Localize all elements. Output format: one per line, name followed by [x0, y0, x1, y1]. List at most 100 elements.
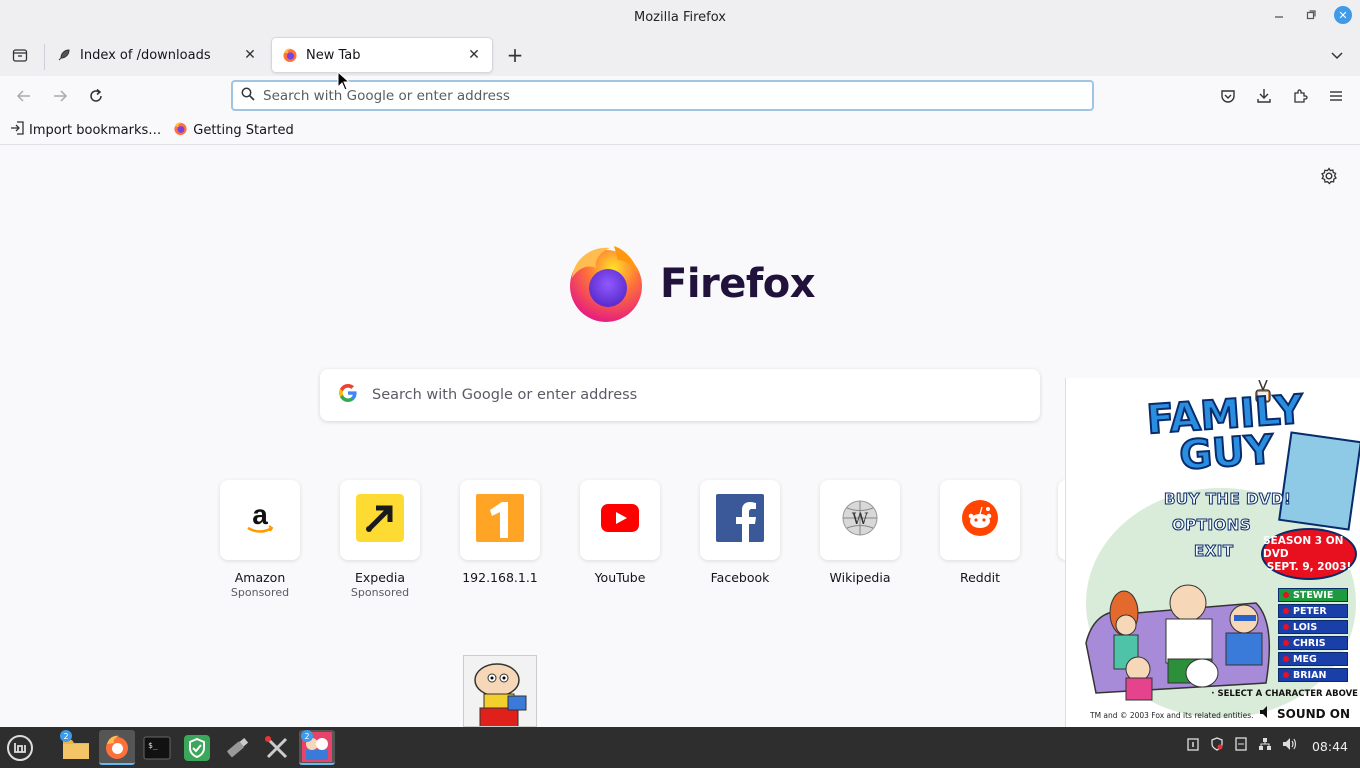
family-guy-ad[interactable]: FAMILY GUY BUY THE DVD! OPTIONS EXIT SEA… [1065, 378, 1360, 727]
stewie-image[interactable] [463, 655, 537, 727]
firefox-logo: Firefox [564, 240, 816, 328]
pocket-icon[interactable] [1216, 84, 1240, 108]
network-icon[interactable] [1258, 737, 1272, 755]
import-icon [10, 121, 24, 139]
close-tab-icon[interactable]: ✕ [466, 47, 482, 63]
clock[interactable]: 08:44 [1312, 739, 1348, 754]
site-tile[interactable]: W [820, 480, 900, 560]
mouse-cursor-icon [337, 71, 351, 91]
bookmark-getting-started[interactable]: Getting Started [173, 121, 294, 140]
newtab-search[interactable]: Search with Google or enter address [320, 369, 1040, 421]
search-placeholder: Search with Google or enter address [372, 387, 638, 403]
top-site-expedia[interactable]: Expedia Sponsored [320, 480, 440, 599]
search-icon [241, 87, 255, 105]
close-tab-icon[interactable]: ✕ [242, 47, 258, 63]
character-list: STEWIE PETER LOIS CHRIS MEG BRIAN [1278, 588, 1348, 682]
menu-hamburger-icon[interactable] [1324, 84, 1348, 108]
nav-bar [0, 76, 1360, 116]
top-site-router[interactable]: 192.168.1.1 [440, 480, 560, 599]
clipboard-icon[interactable] [1186, 737, 1200, 755]
number-one-icon [476, 494, 524, 546]
gear-icon[interactable] [1320, 167, 1340, 187]
site-tile[interactable] [700, 480, 780, 560]
terminal-icon[interactable]: $_ [139, 730, 175, 765]
ad-options-link[interactable]: OPTIONS [1164, 516, 1291, 535]
document-icon[interactable] [1234, 737, 1248, 755]
top-site-facebook[interactable]: Facebook [680, 480, 800, 599]
character-meg[interactable]: MEG [1278, 652, 1348, 666]
badge-line2: SEPT. 9, 2003! [1266, 560, 1352, 573]
shield-tray-icon[interactable] [1210, 737, 1224, 755]
reload-icon[interactable] [84, 84, 108, 108]
close-icon[interactable]: ✕ [1334, 6, 1352, 24]
forward-icon[interactable] [48, 84, 72, 108]
site-title: YouTube [594, 570, 646, 585]
minimize-icon[interactable] [1270, 6, 1288, 24]
site-tile[interactable] [340, 480, 420, 560]
rocket-icon [56, 47, 72, 63]
window-controls: ✕ [1270, 6, 1352, 24]
tab-new-tab[interactable]: New Tab ✕ [272, 38, 492, 72]
ad-title: FAMILY GUY [1144, 386, 1308, 481]
site-title: Expedia [355, 570, 405, 585]
maximize-icon[interactable] [1302, 6, 1320, 24]
character-label: LOIS [1293, 621, 1318, 633]
firefox-icon [282, 47, 298, 63]
address-input[interactable] [263, 87, 1092, 104]
character-lois[interactable]: LOIS [1278, 620, 1348, 634]
top-sites: a Amazon Sponsored Expedia Sponsored 192… [200, 480, 1060, 599]
site-title: Reddit [959, 570, 1001, 585]
volume-icon[interactable] [1282, 737, 1298, 755]
sponsored-label: Sponsored [350, 586, 410, 599]
menu-icon[interactable] [2, 730, 38, 765]
character-label: CHRIS [1293, 637, 1326, 649]
site-title: Amazon [234, 570, 286, 585]
site-title: Facebook [710, 570, 770, 585]
title-bar: Mozilla Firefox ✕ [0, 0, 1360, 34]
select-hint: · SELECT A CHARACTER ABOVE [1211, 689, 1358, 699]
extensions-icon[interactable] [1288, 84, 1312, 108]
svg-text:a: a [252, 499, 268, 530]
usb-icon[interactable] [219, 730, 255, 765]
files-badge: 2 [60, 730, 72, 742]
files-icon[interactable]: 2 [58, 730, 94, 765]
youtube-icon [601, 504, 639, 536]
site-tile[interactable] [580, 480, 660, 560]
ad-buy-dvd-link[interactable]: BUY THE DVD! [1163, 490, 1291, 509]
top-site-amazon[interactable]: a Amazon Sponsored [200, 480, 320, 599]
top-site-wikipedia[interactable]: W Wikipedia [800, 480, 920, 599]
wikipedia-icon: W [841, 499, 879, 541]
tools-icon[interactable] [259, 730, 295, 765]
character-chris[interactable]: CHRIS [1278, 636, 1348, 650]
family-image [1085, 584, 1271, 701]
new-tab-button[interactable]: + [504, 43, 526, 67]
firefox-view-icon[interactable] [8, 44, 32, 66]
new-tab-page: Firefox Search with Google or enter addr… [0, 145, 1360, 727]
tab-index-of-downloads[interactable]: Index of /downloads ✕ [46, 38, 268, 72]
site-title: Wikipedia [829, 570, 891, 585]
back-icon[interactable] [12, 84, 36, 108]
firefox-icon[interactable] [99, 730, 135, 765]
bookmark-import[interactable]: Import bookmarks… [10, 121, 161, 139]
top-site-reddit[interactable]: Reddit [920, 480, 1040, 599]
site-tile[interactable]: a [220, 480, 300, 560]
top-site-youtube[interactable]: YouTube [560, 480, 680, 599]
familyguy-icon[interactable]: 2 [299, 730, 335, 765]
download-icon[interactable] [1252, 84, 1276, 108]
site-tile[interactable] [940, 480, 1020, 560]
svg-text:W: W [852, 509, 869, 528]
bookmark-label: Import bookmarks… [29, 122, 162, 138]
chevron-down-icon[interactable] [1326, 44, 1348, 66]
shield-icon[interactable] [179, 730, 215, 765]
familyguy-badge: 2 [301, 730, 313, 742]
facebook-icon [716, 494, 764, 546]
sound-toggle[interactable]: SOUND ON [1259, 705, 1350, 722]
url-bar[interactable] [231, 80, 1094, 111]
character-label: STEWIE [1293, 589, 1334, 601]
taskbar: 2 $_ 2 08:44 [0, 727, 1360, 768]
character-brian[interactable]: BRIAN [1278, 668, 1348, 682]
site-tile[interactable] [460, 480, 540, 560]
character-label: PETER [1293, 605, 1327, 617]
character-peter[interactable]: PETER [1278, 604, 1348, 618]
character-stewie[interactable]: STEWIE [1278, 588, 1348, 602]
